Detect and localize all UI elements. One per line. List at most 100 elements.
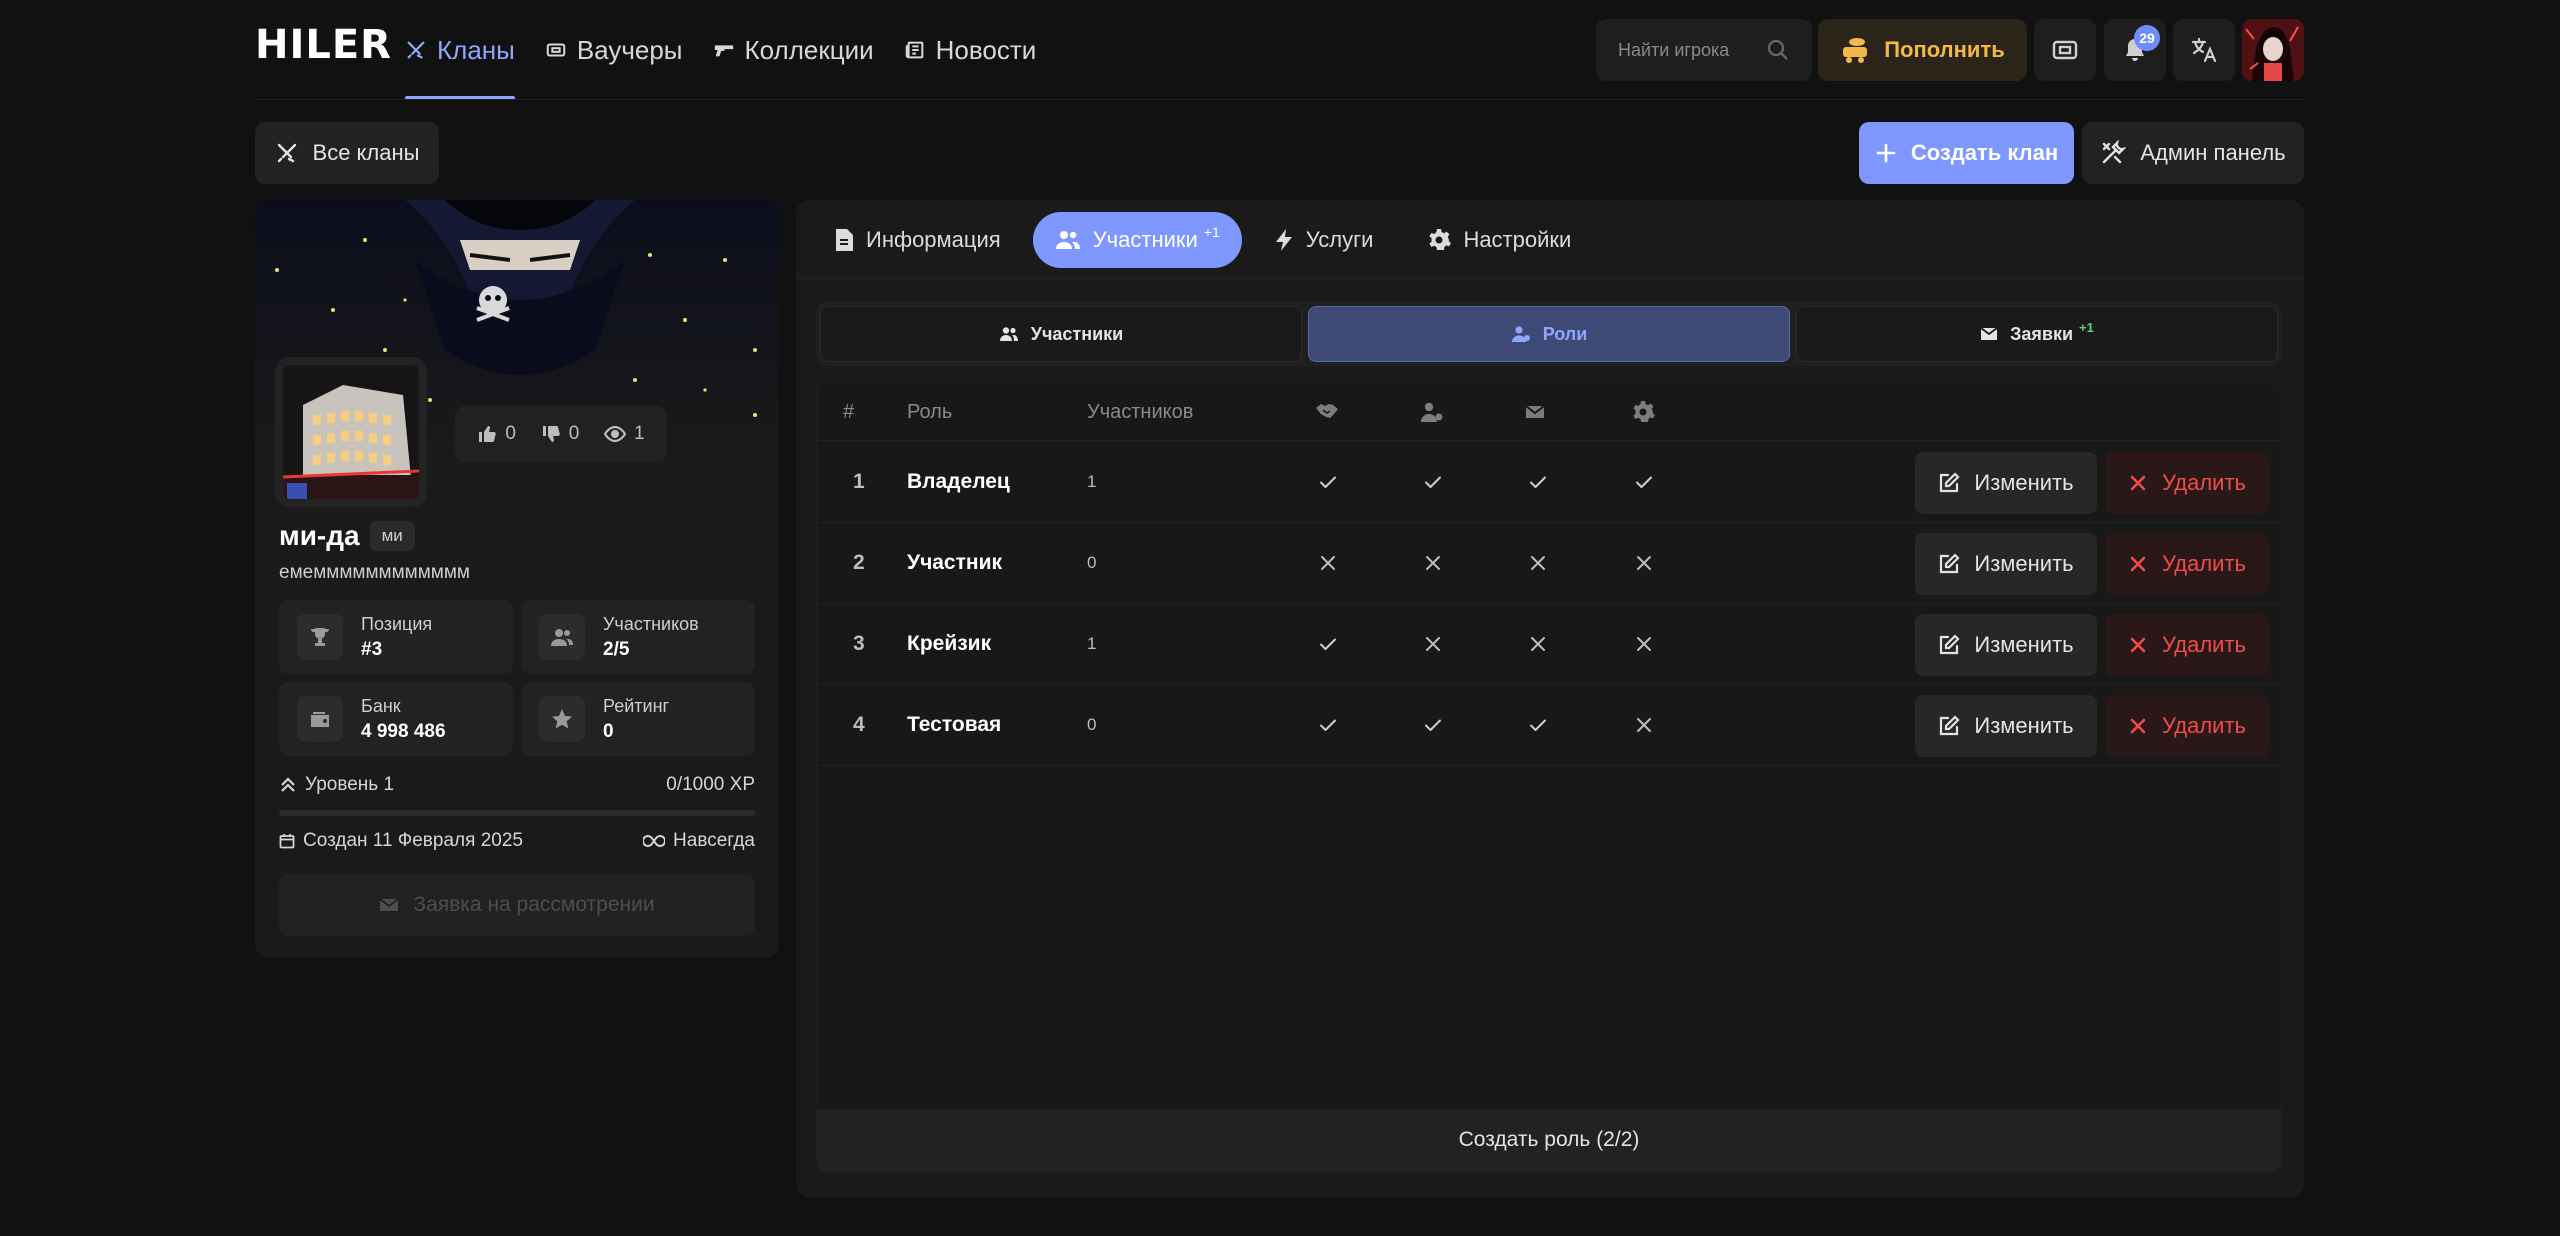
star-icon — [552, 709, 572, 729]
clan-reactions: 0 0 1 — [455, 406, 667, 462]
delete-role-button[interactable]: Удалить — [2105, 452, 2269, 514]
coins-cart-icon — [1843, 38, 1868, 63]
site-logo[interactable]: HILER — [255, 22, 392, 68]
notification-badge: 29 — [2134, 25, 2160, 51]
created-row: Создан 11 Февраля 2025 Навсегда — [279, 830, 755, 852]
request-pending-button[interactable]: Заявка на рассмотрении — [279, 874, 755, 936]
user-avatar[interactable] — [2242, 19, 2304, 81]
ticket-icon — [2052, 40, 2078, 60]
infinity-icon — [643, 834, 666, 848]
nav-collections-label: Коллекции — [744, 34, 874, 65]
edit-icon — [1940, 715, 1960, 736]
wallet-icon — [311, 712, 329, 727]
check-icon — [1525, 442, 1551, 522]
nav-collections[interactable]: Коллекции — [713, 0, 874, 100]
tab-settings[interactable]: Настройки — [1405, 212, 1593, 268]
role-members-count: 1 — [1087, 472, 1097, 491]
all-clans-label: Все кланы — [312, 140, 420, 165]
edit-role-button[interactable]: Изменить — [1915, 614, 2097, 676]
nav-clans-label: Кланы — [437, 34, 515, 65]
search-icon[interactable] — [1766, 38, 1790, 62]
nav-clans[interactable]: Кланы — [405, 0, 515, 100]
role-number: 1 — [853, 470, 865, 493]
created-date: Создан 11 Февраля 2025 — [303, 830, 523, 851]
users-icon — [551, 629, 573, 646]
role-row: 3 Крейзик 1 Изменить Удалить — [817, 604, 2281, 685]
cross-icon — [1420, 523, 1446, 603]
edit-role-button[interactable]: Изменить — [1915, 452, 2097, 514]
clan-details-panel: Информация Участники +1 Услуги Настройки… — [796, 200, 2304, 1198]
cross-icon — [1420, 604, 1446, 684]
stat-position: Позиция #3 — [279, 600, 513, 674]
search-input[interactable] — [1618, 39, 1758, 61]
check-icon — [1420, 442, 1446, 522]
role-name: Владелец — [907, 470, 1010, 493]
clan-card: 0 0 1 ми-да ми емемммммммммммм Позиция #3… — [255, 200, 779, 958]
player-search[interactable] — [1596, 19, 1812, 81]
subtab-roles[interactable]: Роли — [1308, 306, 1790, 362]
newspaper-icon — [905, 41, 923, 59]
edit-role-label: Изменить — [1974, 632, 2074, 657]
stat-members: Участников 2/5 — [521, 600, 755, 674]
create-clan-button[interactable]: Создать клан — [1859, 122, 2074, 184]
delete-role-label: Удалить — [2162, 551, 2246, 576]
edit-role-label: Изменить — [1974, 551, 2074, 576]
ticket-icon — [546, 43, 566, 57]
all-clans-button[interactable]: Все кланы — [255, 122, 439, 184]
tab-members[interactable]: Участники +1 — [1032, 212, 1242, 268]
delete-role-button[interactable]: Удалить — [2105, 614, 2269, 676]
document-icon — [836, 229, 853, 251]
edit-role-label: Изменить — [1974, 470, 2074, 495]
stat-value: 2/5 — [603, 638, 630, 660]
tab-settings-label: Настройки — [1463, 227, 1572, 252]
top-header: HILER Кланы Ваучеры Коллекции Новости По… — [0, 0, 2560, 100]
language-button[interactable] — [2173, 19, 2235, 81]
nav-news[interactable]: Новости — [904, 0, 1036, 100]
tab-info[interactable]: Информация — [812, 212, 1023, 268]
admin-panel-button[interactable]: Админ панель — [2082, 122, 2304, 184]
create-role-button[interactable]: Создать роль (2/2) — [817, 1109, 2281, 1171]
role-name: Тестовая — [907, 713, 1002, 736]
cross-icon — [1631, 604, 1657, 684]
clan-description: емемммммммммммм — [279, 562, 470, 583]
stat-value: 4 998 486 — [361, 720, 446, 742]
edit-role-button[interactable]: Изменить — [1915, 533, 2097, 595]
like-button[interactable]: 0 — [477, 423, 516, 445]
notifications-button[interactable]: 29 — [2104, 19, 2166, 81]
voucher-button[interactable] — [2034, 19, 2096, 81]
chevrons-up-icon — [281, 777, 295, 792]
delete-role-button[interactable]: Удалить — [2105, 533, 2269, 595]
close-icon — [2130, 718, 2146, 734]
gear-icon — [1633, 401, 1655, 422]
role-name: Участник — [907, 551, 1003, 574]
nav-vouchers[interactable]: Ваучеры — [545, 0, 683, 100]
subtab-members[interactable]: Участники — [820, 306, 1302, 362]
clan-tag: ми — [369, 521, 415, 551]
delete-role-label: Удалить — [2162, 713, 2246, 738]
topup-button[interactable]: Пополнить — [1818, 19, 2027, 81]
role-members-count: 0 — [1087, 553, 1097, 572]
check-icon — [1315, 685, 1341, 765]
edit-icon — [1940, 553, 1960, 574]
clan-logo-frame — [275, 357, 427, 507]
clan-tabs: Информация Участники +1 Услуги Настройки — [812, 212, 1593, 268]
subtab-requests-label: Заявки — [2010, 323, 2074, 344]
cross-icon — [1631, 523, 1657, 603]
envelope-icon — [379, 898, 400, 911]
col-perm-manage — [1420, 383, 1444, 441]
subtab-requests[interactable]: Заявки +1 — [1796, 306, 2278, 362]
edit-role-button[interactable]: Изменить — [1915, 695, 2097, 757]
tools-icon — [2103, 140, 2127, 164]
subtab-members-label: Участники — [1030, 323, 1124, 344]
roles-table-header: # Роль Участников — [817, 383, 2281, 441]
level-label: Уровень 1 — [305, 774, 395, 795]
dislike-button[interactable]: 0 — [541, 423, 579, 445]
user-role-icon — [1421, 402, 1443, 422]
create-clan-label: Создать клан — [1910, 140, 2059, 165]
admin-panel-label: Админ панель — [2140, 140, 2286, 165]
check-icon — [1315, 604, 1341, 684]
avatar-image — [2242, 19, 2304, 81]
delete-role-button[interactable]: Удалить — [2105, 695, 2269, 757]
tab-services[interactable]: Услуги — [1252, 212, 1396, 268]
swords-icon — [407, 41, 425, 59]
